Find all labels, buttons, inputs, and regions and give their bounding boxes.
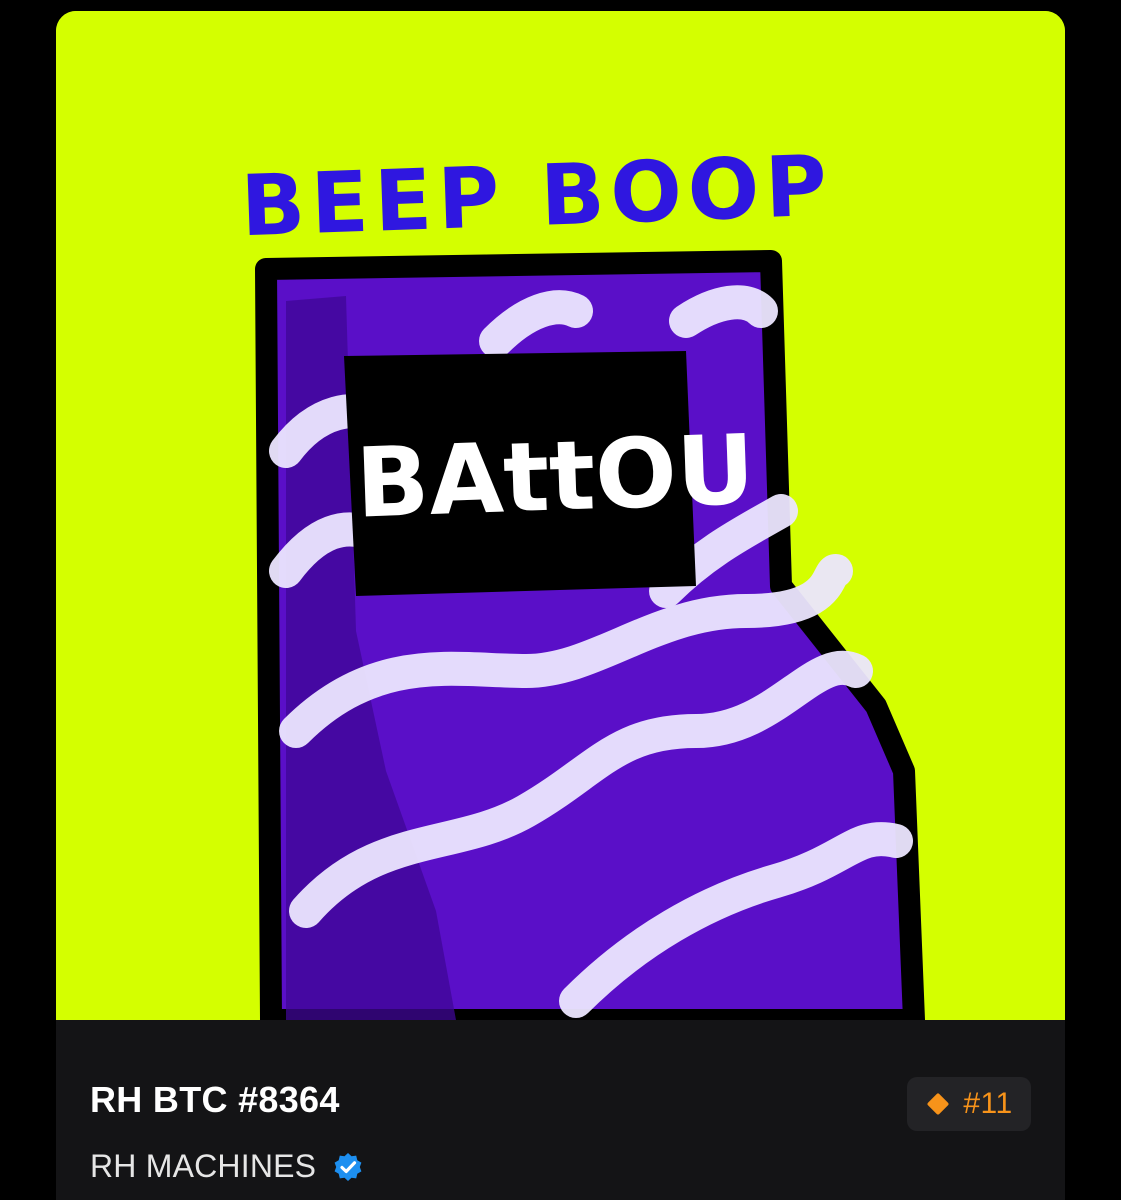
rank-value: #11 [963,1087,1013,1120]
rank-badge[interactable]: #11 [907,1077,1031,1131]
nft-card[interactable]: BAttOU BEEP BOOP RH BTC #8364 #11 RH MAC… [56,11,1065,1200]
nft-title[interactable]: RH BTC #8364 [90,1079,340,1121]
collection-name: RH MACHINES [90,1148,317,1184]
collection-link[interactable]: RH MACHINES [90,1148,366,1185]
nft-info-panel: RH BTC #8364 #11 RH MACHINES [56,1020,1065,1200]
diamond-icon [927,1093,949,1115]
verified-badge-icon [334,1152,362,1181]
artwork-top-text: BEEP BOOP [239,137,834,256]
artwork-label-text: BAttOU [354,414,756,540]
artwork-image: BAttOU BEEP BOOP [56,11,1065,1020]
nft-artwork[interactable]: BAttOU BEEP BOOP [56,11,1065,1020]
